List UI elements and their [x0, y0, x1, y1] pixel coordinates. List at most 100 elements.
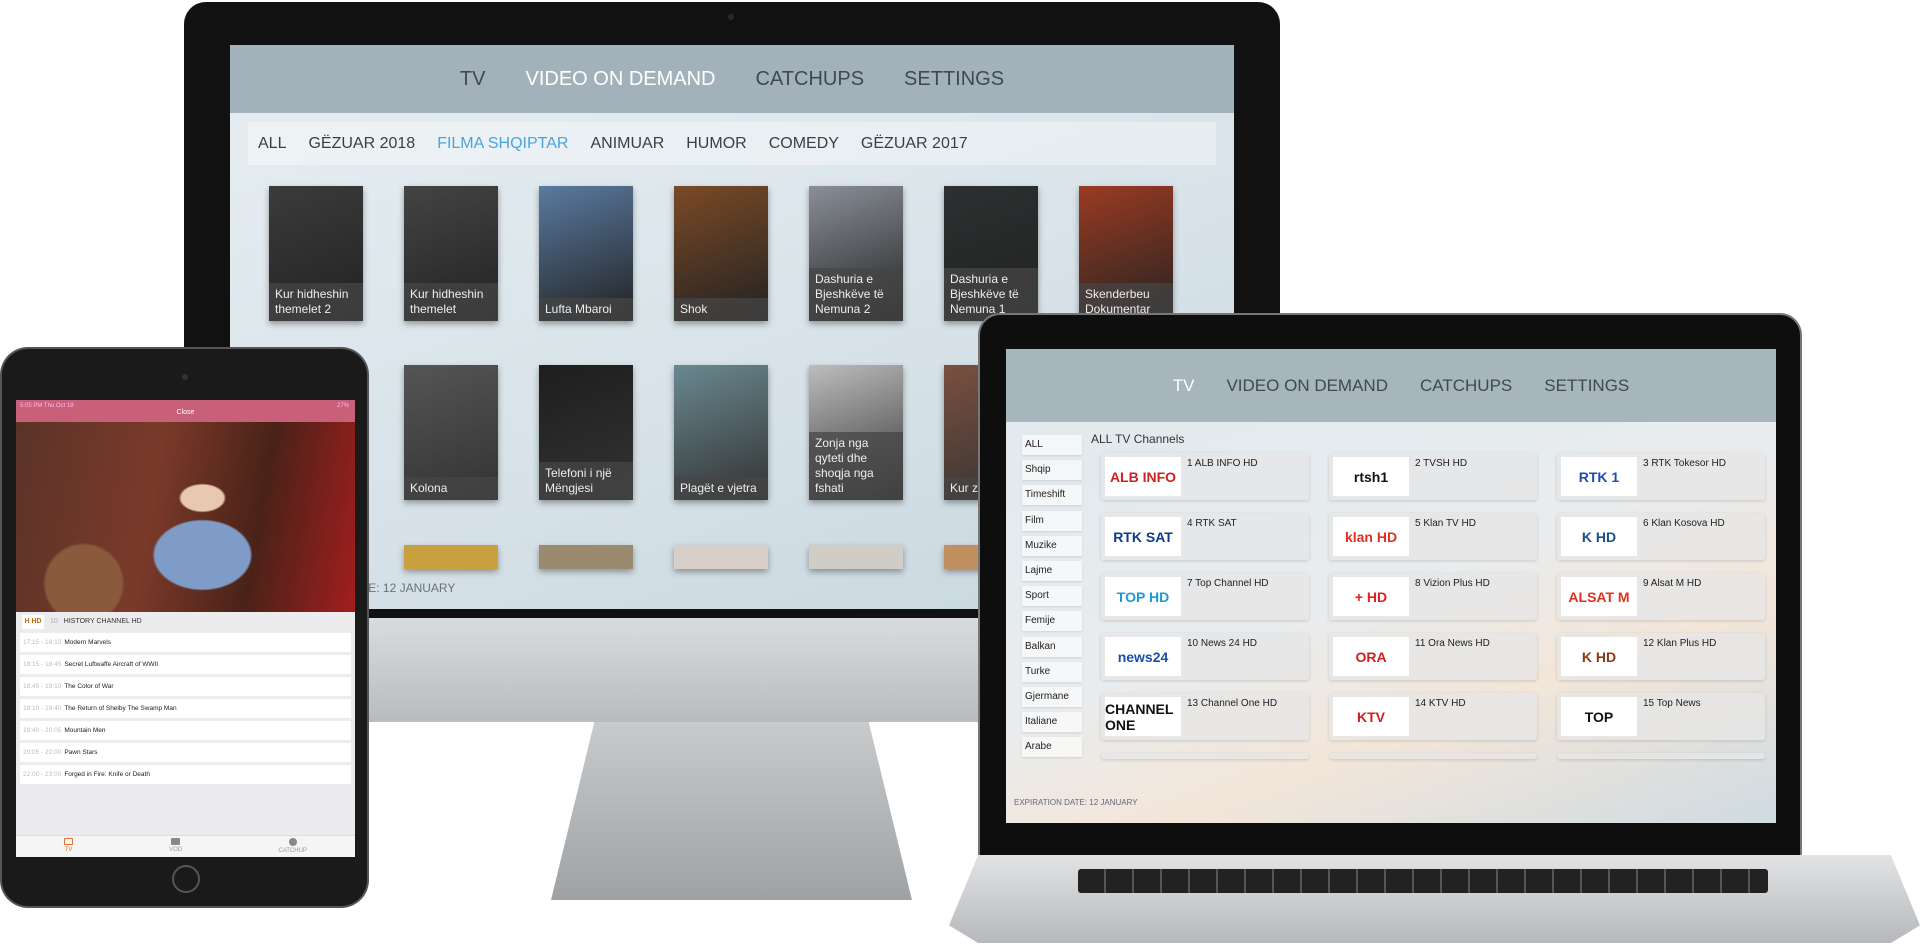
channel-logo: KTV	[1333, 697, 1409, 736]
program-row[interactable]: 20:05 - 22:00 Pawn Stars	[20, 743, 351, 762]
sidebar-item-arabe[interactable]: Arabe	[1022, 737, 1082, 758]
movie-poster[interactable]: Lufta Mbaroi	[539, 186, 633, 321]
channel-card[interactable]: RTK SAT 4 RTK SAT	[1101, 513, 1309, 560]
movie-title: Lufta Mbaroi	[539, 298, 633, 321]
channel-name: 4 RTK SAT	[1187, 518, 1237, 529]
category-tab[interactable]: COMEDY	[769, 135, 839, 153]
sidebar-item-all[interactable]: ALL	[1022, 435, 1082, 455]
channel-card[interactable]: rtsh1 2 TVSH HD	[1329, 453, 1537, 500]
channel-name: 11 Ora News HD	[1415, 638, 1490, 649]
channel-card[interactable]: klan HD 5 Klan TV HD	[1329, 513, 1537, 560]
nav-tab-settings[interactable]: SETTINGS	[1544, 376, 1629, 396]
channel-card[interactable]: KTV 14 KTV HD	[1329, 693, 1537, 740]
channel-name: 10 News 24 HD	[1187, 638, 1258, 649]
channel-name: 3 RTK Tokesor HD	[1643, 458, 1726, 469]
channel-card[interactable]	[1557, 753, 1765, 759]
program-title: Forged in Fire: Knife or Death	[64, 771, 150, 778]
channel-logo: RTK 1	[1561, 457, 1637, 496]
sidebar-item-gjermane[interactable]: Gjermane	[1022, 686, 1082, 707]
close-button[interactable]: Close	[16, 409, 355, 416]
movie-poster[interactable]	[404, 545, 498, 569]
movie-poster[interactable]: Shok	[674, 186, 768, 321]
top-nav: TV VIDEO ON DEMAND CATCHUPS SETTINGS	[1006, 349, 1776, 422]
channel-card[interactable]: ALSAT M 9 Alsat M HD	[1557, 573, 1765, 620]
sidebar-item-lajme[interactable]: Lajme	[1022, 560, 1082, 581]
category-tab[interactable]: ANIMUAR	[590, 135, 664, 153]
movie-title: Plagët e vjetra	[674, 477, 768, 500]
nav-tab-tv[interactable]: TV	[460, 68, 486, 91]
channel-logo: ORA	[1333, 637, 1409, 676]
movie-poster[interactable]	[674, 545, 768, 569]
category-tab[interactable]: GËZUAR 2018	[308, 135, 415, 153]
sidebar-item-italiane[interactable]: Italiane	[1022, 712, 1082, 733]
movie-poster[interactable]: Dashuria e Bjeshkëve të Nemuna 1	[944, 186, 1038, 321]
sidebar-item-sport[interactable]: Sport	[1022, 586, 1082, 607]
tv-icon	[64, 838, 74, 845]
program-row[interactable]: 18:45 - 19:10 The Color of War	[20, 677, 351, 696]
channel-logo: ALB INFO	[1105, 457, 1181, 496]
channel-card[interactable]: ORA 11 Ora News HD	[1329, 633, 1537, 680]
movie-poster[interactable]: Zonja nga qyteti dhe shoqja nga fshati	[809, 365, 903, 500]
movie-poster[interactable]: Skenderbeu Dokumentar	[1079, 186, 1173, 321]
channel-card[interactable]	[1329, 753, 1537, 759]
nav-tab-settings[interactable]: SETTINGS	[904, 68, 1004, 91]
channel-card[interactable]: K HD 12 Klan Plus HD	[1557, 633, 1765, 680]
nav-tab-catchups[interactable]: CATCHUPS	[756, 68, 865, 91]
video-player[interactable]	[16, 422, 355, 612]
program-row[interactable]: 18:15 - 18:45 Secret Luftwaffe Aircraft o…	[20, 655, 351, 674]
tab-catchup[interactable]: CATCHUP	[278, 836, 307, 857]
program-row[interactable]: 17:15 - 18:15 Modern Marvels	[20, 633, 351, 652]
channel-card[interactable]: RTK 1 3 RTK Tokesor HD	[1557, 453, 1765, 500]
sidebar-item-film[interactable]: Film	[1022, 510, 1082, 531]
channel-name: 15 Top News	[1643, 698, 1701, 709]
movie-poster[interactable]: Plagët e vjetra	[674, 365, 768, 500]
status-bar: 5:05 PM Thu Oct 18 27% Close	[16, 400, 355, 422]
sidebar-item-balkan[interactable]: Balkan	[1022, 636, 1082, 657]
home-button[interactable]	[172, 865, 200, 893]
tab-tv[interactable]: TV	[64, 836, 74, 857]
movie-poster[interactable]: Telefoni i një Mëngjesi	[539, 365, 633, 500]
movie-title: Dashuria e Bjeshkëve të Nemuna 2	[809, 268, 903, 321]
sidebar-item-femije[interactable]: Femije	[1022, 611, 1082, 632]
channel-card[interactable]: CHANNEL ONE 13 Channel One HD	[1101, 693, 1309, 740]
tab-label: TV	[64, 847, 73, 853]
movie-title: Shok	[674, 298, 768, 321]
channel-name: 2 TVSH HD	[1415, 458, 1468, 469]
nav-tab-catchups[interactable]: CATCHUPS	[1420, 376, 1512, 396]
program-row[interactable]: 22:00 - 23:00 Forged in Fire: Knife or De…	[20, 765, 351, 784]
program-row[interactable]: 19:40 - 20:05 Mountain Men	[20, 721, 351, 740]
keyboard	[1078, 869, 1768, 893]
nav-tab-video-on-demand[interactable]: VIDEO ON DEMAND	[1226, 376, 1388, 396]
category-tab[interactable]: FILMA SHQIPTAR	[437, 135, 568, 153]
channel-logo: K HD	[1561, 517, 1637, 556]
nav-tab-tv[interactable]: TV	[1173, 376, 1195, 396]
movie-poster[interactable]	[809, 545, 903, 569]
movie-poster[interactable]	[539, 545, 633, 569]
category-tab[interactable]: ALL	[258, 135, 286, 153]
movie-poster[interactable]: Dashuria e Bjeshkëve të Nemuna 2	[809, 186, 903, 321]
channel-card[interactable]: TOP HD 7 Top Channel HD	[1101, 573, 1309, 620]
category-tab[interactable]: GËZUAR 2017	[861, 135, 968, 153]
top-nav: TV VIDEO ON DEMAND CATCHUPS SETTINGS	[230, 45, 1234, 113]
sidebar-item-muzike[interactable]: Muzike	[1022, 535, 1082, 556]
movie-poster[interactable]: Kur hidheshin themelet	[404, 186, 498, 321]
channel-card[interactable]	[1101, 753, 1309, 759]
channel-card[interactable]: news24 10 News 24 HD	[1101, 633, 1309, 680]
movie-title: Kur hidheshin themelet	[404, 283, 498, 321]
tab-vod[interactable]: VOD	[169, 836, 182, 857]
sidebar-item-timeshift[interactable]: Timeshift	[1022, 485, 1082, 506]
channel-card[interactable]: + HD 8 Vizion Plus HD	[1329, 573, 1537, 620]
channel-card[interactable]: TOP 15 Top News	[1557, 693, 1765, 740]
tab-label: CATCHUP	[278, 848, 307, 854]
movie-poster[interactable]: Kolona	[404, 365, 498, 500]
sidebar-item-shqip[interactable]: Shqip	[1022, 460, 1082, 481]
category-tab[interactable]: HUMOR	[686, 135, 746, 153]
movie-poster[interactable]: Kur hidheshin themelet 2	[269, 186, 363, 321]
channel-card[interactable]: K HD 6 Klan Kosova HD	[1557, 513, 1765, 560]
program-row[interactable]: 19:10 - 19:40 The Return of Shelby The Sw…	[20, 699, 351, 718]
sidebar-item-turke[interactable]: Turke	[1022, 661, 1082, 682]
channel-logo: rtsh1	[1333, 457, 1409, 496]
program-title: Secret Luftwaffe Aircraft of WWII	[64, 661, 159, 668]
channel-card[interactable]: ALB INFO 1 ALB INFO HD	[1101, 453, 1309, 500]
nav-tab-video-on-demand[interactable]: VIDEO ON DEMAND	[525, 68, 715, 91]
